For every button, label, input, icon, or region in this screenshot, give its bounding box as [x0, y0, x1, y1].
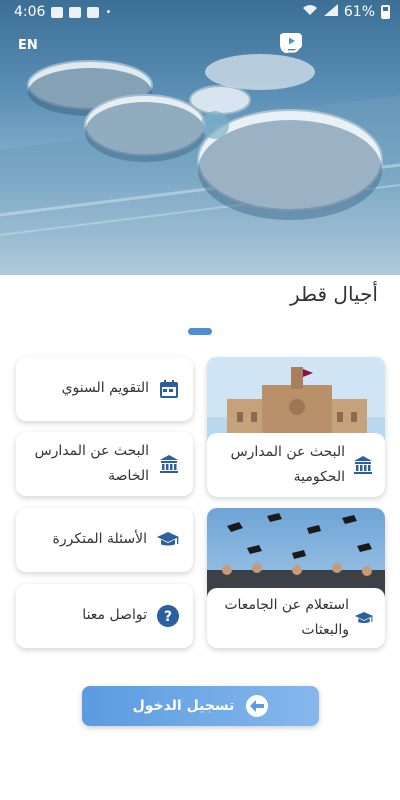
youtube-icon[interactable]	[280, 33, 390, 53]
status-time: 4:06	[14, 4, 46, 20]
card-label-panel: استعلام عن الجامعات والبعثات	[207, 588, 385, 648]
battery-icon	[381, 5, 390, 19]
facebook-icon[interactable]	[281, 33, 330, 53]
wifi-icon	[302, 4, 318, 20]
graduation-cap-icon	[157, 531, 179, 549]
language-toggle[interactable]: EN	[18, 38, 38, 53]
login-button[interactable]: تسجيل الدخول	[82, 686, 319, 726]
question-icon: ?	[157, 605, 179, 627]
card-label: التقويم السنوي	[61, 380, 149, 397]
app-title: أجيال قطر	[290, 282, 378, 306]
arrow-left-icon	[246, 695, 269, 717]
status-bar: 4:06 • 61%	[0, 0, 400, 24]
card-contact-us[interactable]: تواصل معنا ?	[16, 584, 193, 648]
calendar-icon	[159, 379, 179, 399]
gallery-icon	[51, 6, 64, 18]
card-public-schools[interactable]: البحث عن المدارس الحكومية	[207, 357, 385, 497]
hero-image: EN	[0, 0, 400, 275]
card-label: البحث عن المدارس الحكومية	[230, 443, 345, 485]
card-universities[interactable]: استعلام عن الجامعات والبعثات	[207, 508, 385, 648]
card-label-panel: البحث عن المدارس الحكومية	[207, 433, 385, 497]
card-private-schools[interactable]: البحث عن المدارس الخاصة	[16, 432, 193, 496]
card-faq[interactable]: الأسئلة المتكررة	[16, 508, 193, 572]
card-label: استعلام عن الجامعات والبعثات	[224, 596, 349, 638]
instagram-icon[interactable]	[280, 33, 360, 53]
card-label: تواصل معنا	[82, 607, 147, 624]
carousel-indicator	[188, 328, 212, 335]
login-label: تسجيل الدخول	[132, 698, 235, 714]
signal-icon	[323, 4, 338, 20]
card-label: الأسئلة المتكررة	[52, 531, 147, 548]
school-building-icon	[353, 455, 373, 475]
battery-percent: 61%	[343, 4, 375, 20]
school-building-icon	[159, 454, 179, 474]
card-label: البحث عن المدارس الخاصة	[34, 442, 149, 484]
more-notifications-icon: •	[105, 6, 112, 18]
notification-icon	[69, 6, 82, 18]
app-notification-icon	[87, 6, 100, 18]
graduation-cap-icon	[355, 611, 373, 626]
card-annual-calendar[interactable]: التقويم السنوي	[16, 357, 193, 421]
svg-text:?: ?	[164, 609, 172, 625]
